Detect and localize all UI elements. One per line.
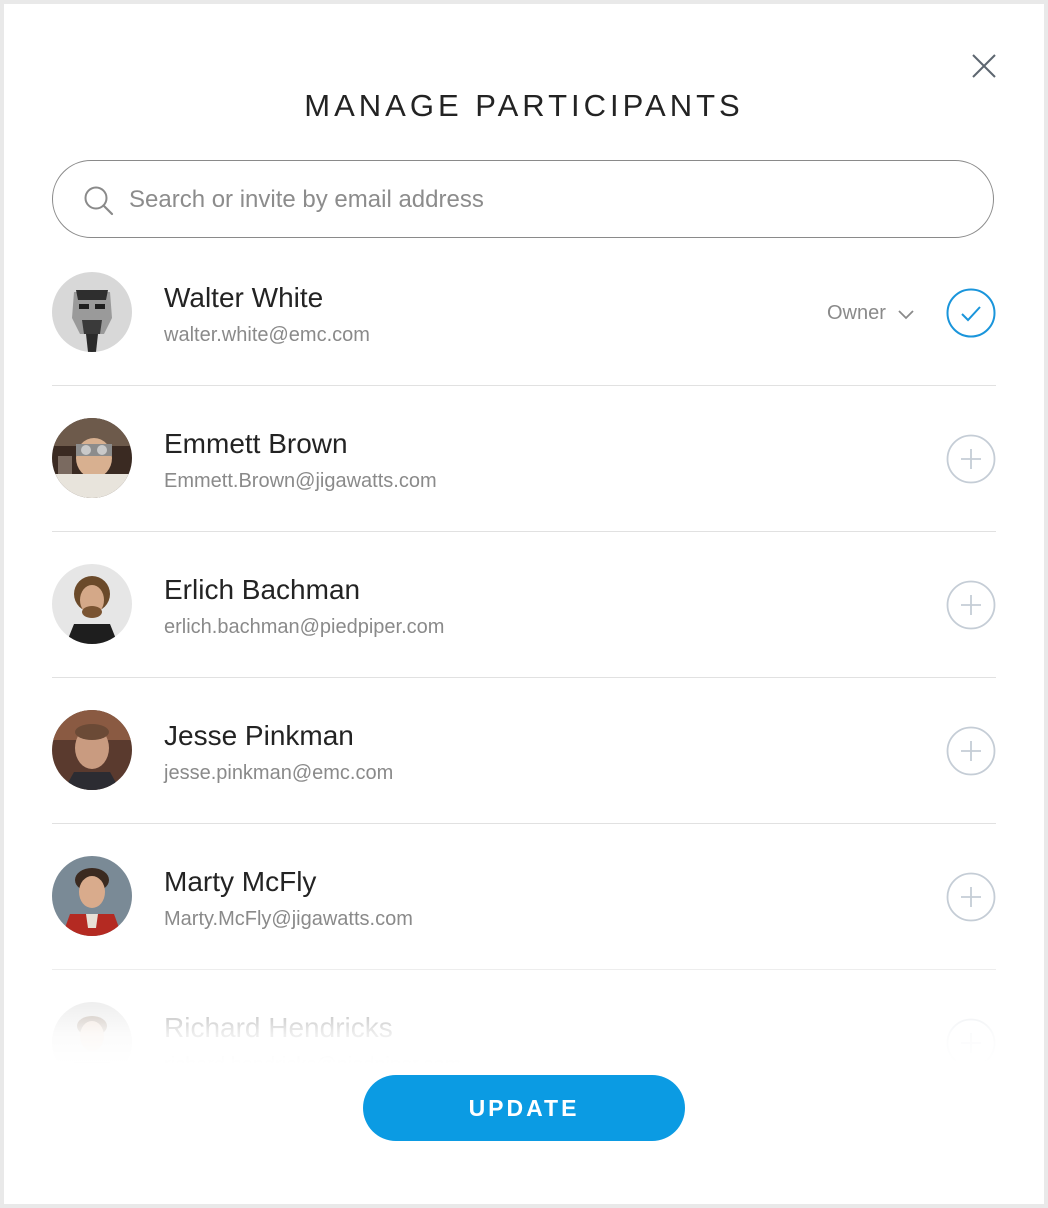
add-participant-button[interactable] (946, 872, 996, 922)
participant-email: jesse.pinkman@emc.com (164, 762, 394, 784)
chevron-down-icon (898, 310, 915, 319)
participant-name: Walter White (164, 282, 324, 313)
add-participant-button[interactable] (946, 434, 996, 484)
add-circle-icon (946, 726, 996, 776)
add-participant-button[interactable] (946, 580, 996, 630)
modal-title: MANAGE PARTICIPANTS (304, 88, 744, 123)
participant-email: erlich.bachman@piedpiper.com (164, 616, 445, 638)
add-participant-button[interactable] (946, 726, 996, 776)
role-label: Owner (827, 302, 886, 324)
participant-email: richard.hendricks@piedpiper.com (164, 1054, 462, 1076)
participant-email: Marty.McFly@jigawatts.com (164, 908, 413, 930)
add-participant-button[interactable] (946, 1018, 996, 1068)
participant-email: walter.white@emc.com (164, 324, 370, 346)
add-circle-icon (946, 872, 996, 922)
search-icon (84, 186, 114, 216)
added-check-button[interactable] (946, 288, 996, 338)
role-dropdown[interactable]: Owner (827, 302, 915, 325)
avatar (52, 856, 132, 936)
participant-row: Marty McFly Marty.McFly@jigawatts.com (52, 824, 996, 970)
search-box[interactable] (52, 160, 994, 238)
participant-name: Marty McFly (164, 866, 317, 897)
avatar (52, 1002, 132, 1082)
participant-row: Erlich Bachman erlich.bachman@piedpiper.… (52, 532, 996, 678)
participant-email: Emmett.Brown@jigawatts.com (164, 470, 437, 492)
update-button[interactable]: UPDATE (363, 1075, 685, 1141)
participant-row: Jesse Pinkman jesse.pinkman@emc.com (52, 678, 996, 824)
participant-list: Walter White walter.white@emc.com Owner (52, 240, 996, 1116)
avatar (52, 418, 132, 498)
participant-name: Richard Hendricks (164, 1012, 393, 1043)
avatar (52, 710, 132, 790)
manage-participants-modal: MANAGE PARTICIPANTS Walter White (4, 4, 1044, 1204)
participant-name: Jesse Pinkman (164, 720, 354, 751)
add-circle-icon (946, 580, 996, 630)
check-circle-icon (946, 288, 996, 338)
close-button[interactable] (968, 50, 1000, 82)
participant-row: Emmett Brown Emmett.Brown@jigawatts.com (52, 386, 996, 532)
participant-name: Emmett Brown (164, 428, 348, 459)
participant-row: Walter White walter.white@emc.com Owner (52, 240, 996, 386)
search-input[interactable] (127, 177, 951, 223)
avatar (52, 272, 132, 352)
add-circle-icon (946, 434, 996, 484)
avatar (52, 564, 132, 644)
add-circle-icon (946, 1018, 996, 1068)
participant-name: Erlich Bachman (164, 574, 361, 605)
close-icon[interactable] (968, 50, 1000, 82)
